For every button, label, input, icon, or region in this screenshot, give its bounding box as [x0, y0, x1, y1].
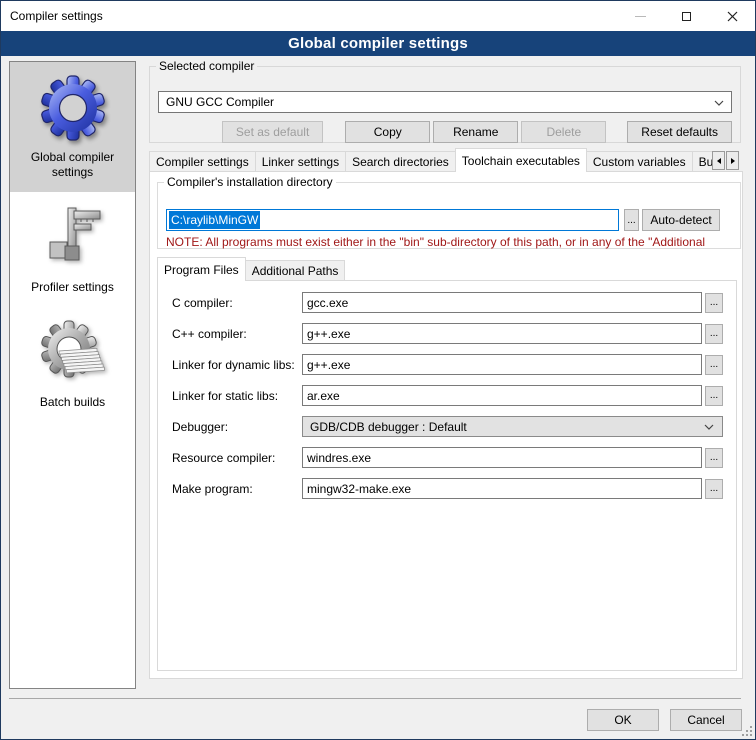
sidebar-item-label: Profiler settings: [31, 280, 114, 295]
copy-button[interactable]: Copy: [345, 121, 430, 143]
installation-directory-value: C:\raylib\MinGW: [169, 211, 260, 229]
compiler-select[interactable]: GNU GCC Compiler: [158, 91, 732, 113]
selected-compiler-group-label: Selected compiler: [156, 59, 257, 73]
field-row-make-program: Make program: ...: [172, 478, 736, 499]
tab-scroll-left-button[interactable]: [712, 151, 725, 170]
minimize-button[interactable]: [617, 1, 663, 31]
linker-dynamic-input[interactable]: [302, 354, 702, 375]
field-label: C compiler:: [172, 296, 302, 310]
rename-button[interactable]: Rename: [433, 121, 518, 143]
resource-compiler-input[interactable]: [302, 447, 702, 468]
close-button[interactable]: [709, 1, 755, 31]
resource-compiler-browse-button[interactable]: ...: [705, 448, 723, 468]
caliper-icon: [35, 200, 111, 276]
cpp-compiler-browse-button[interactable]: ...: [705, 324, 723, 344]
linker-dynamic-browse-button[interactable]: ...: [705, 355, 723, 375]
delete-button[interactable]: Delete: [521, 121, 606, 143]
make-program-browse-button[interactable]: ...: [705, 479, 723, 499]
minimize-icon: [635, 16, 646, 17]
c-compiler-input[interactable]: [302, 292, 702, 313]
compiler-actions: Set as default Copy Rename Delete Reset …: [150, 121, 732, 143]
chevron-down-icon: [714, 100, 724, 106]
field-label: Linker for dynamic libs:: [172, 358, 302, 372]
window-title: Compiler settings: [10, 9, 103, 23]
page-title: Global compiler settings: [1, 31, 755, 56]
reset-defaults-button[interactable]: Reset defaults: [627, 121, 732, 143]
installation-note: NOTE: All programs must exist either in …: [166, 235, 736, 249]
maximize-icon: [682, 12, 691, 21]
cancel-button[interactable]: Cancel: [670, 709, 742, 731]
installation-directory-input[interactable]: C:\raylib\MinGW: [166, 209, 619, 231]
blue-gear-icon: [35, 70, 111, 146]
maximize-button[interactable]: [663, 1, 709, 31]
field-label: C++ compiler:: [172, 327, 302, 341]
installation-directory-browse-button[interactable]: ...: [624, 209, 639, 231]
tab-toolchain-executables[interactable]: Toolchain executables: [455, 148, 587, 172]
c-compiler-browse-button[interactable]: ...: [705, 293, 723, 313]
tab-additional-paths[interactable]: Additional Paths: [245, 260, 346, 281]
chevron-down-icon: [704, 424, 714, 430]
tab-scroll-arrows: [712, 151, 739, 170]
program-tabs: Program Files Additional Paths: [157, 257, 345, 281]
field-row-c-compiler: C compiler: ...: [172, 292, 736, 313]
field-row-debugger: Debugger: GDB/CDB debugger : Default: [172, 416, 736, 437]
arrow-left-icon: [717, 158, 721, 164]
tab-custom-variables[interactable]: Custom variables: [586, 151, 693, 172]
field-row-linker-static: Linker for static libs: ...: [172, 385, 736, 406]
resize-grip[interactable]: [741, 725, 753, 737]
sidebar-item-label: Batch builds: [40, 395, 105, 410]
debugger-select-value: GDB/CDB debugger : Default: [310, 420, 467, 434]
installation-directory-group: Compiler's installation directory C:\ray…: [157, 175, 741, 249]
field-row-linker-dynamic: Linker for dynamic libs: ...: [172, 354, 736, 375]
program-files-page: C compiler: ... C++ compiler: ... Linker…: [157, 280, 737, 671]
tab-linker-settings[interactable]: Linker settings: [255, 151, 346, 172]
field-label: Debugger:: [172, 420, 302, 434]
cpp-compiler-input[interactable]: [302, 323, 702, 344]
tab-compiler-settings[interactable]: Compiler settings: [149, 151, 256, 172]
tab-search-directories[interactable]: Search directories: [345, 151, 456, 172]
linker-static-browse-button[interactable]: ...: [705, 386, 723, 406]
tab-scroll-right-button[interactable]: [726, 151, 739, 170]
compiler-settings-window: Compiler settings Global compiler settin…: [0, 0, 756, 740]
settings-tabs: Compiler settings Linker settings Search…: [149, 148, 712, 172]
ok-button[interactable]: OK: [587, 709, 659, 731]
auto-detect-button[interactable]: Auto-detect: [642, 209, 720, 231]
field-label: Linker for static libs:: [172, 389, 302, 403]
sidebar-item-profiler-settings[interactable]: Profiler settings: [10, 192, 135, 307]
titlebar[interactable]: Compiler settings: [1, 1, 755, 31]
field-row-resource-compiler: Resource compiler: ...: [172, 447, 736, 468]
linker-static-input[interactable]: [302, 385, 702, 406]
gray-gear-stack-icon: [35, 315, 111, 391]
sidebar-item-label: Global compiler settings: [12, 150, 133, 180]
arrow-right-icon: [731, 158, 735, 164]
make-program-input[interactable]: [302, 478, 702, 499]
field-row-cpp-compiler: C++ compiler: ...: [172, 323, 736, 344]
tab-build-options[interactable]: Build: [692, 151, 712, 172]
debugger-select[interactable]: GDB/CDB debugger : Default: [302, 416, 723, 437]
footer-divider: [9, 698, 741, 699]
tab-program-files[interactable]: Program Files: [157, 257, 246, 281]
field-label: Resource compiler:: [172, 451, 302, 465]
installation-directory-group-label: Compiler's installation directory: [164, 175, 336, 189]
settings-category-list: Global compiler settings: [9, 61, 136, 689]
set-as-default-button[interactable]: Set as default: [222, 121, 323, 143]
sidebar-item-global-compiler-settings[interactable]: Global compiler settings: [10, 62, 135, 192]
sidebar-item-batch-builds[interactable]: Batch builds: [10, 307, 135, 422]
close-icon: [727, 11, 738, 22]
field-label: Make program:: [172, 482, 302, 496]
selected-compiler-group: Selected compiler GNU GCC Compiler Set a…: [149, 59, 741, 143]
compiler-select-value: GNU GCC Compiler: [166, 95, 274, 109]
